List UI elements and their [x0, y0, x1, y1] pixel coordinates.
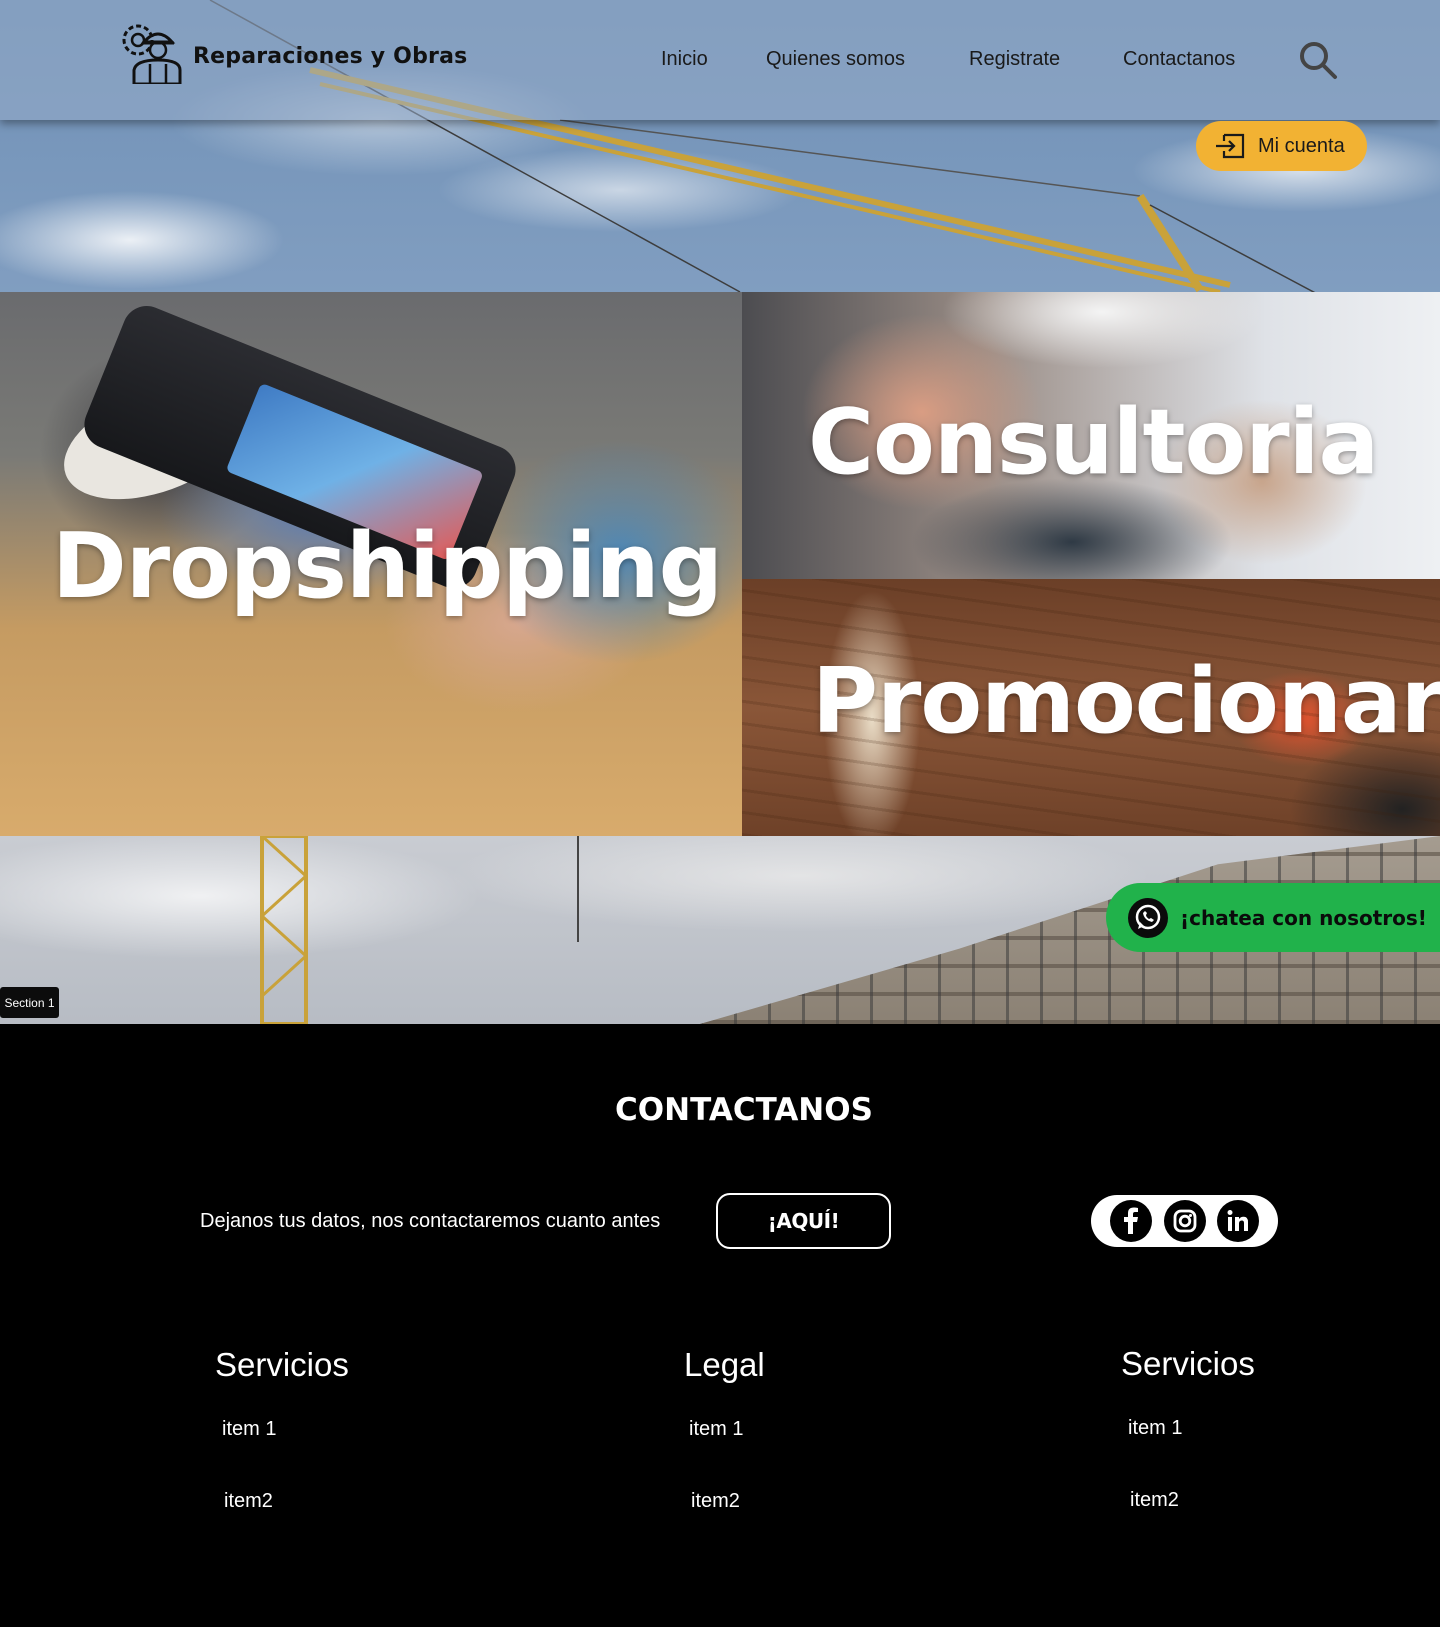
- nav-contactanos[interactable]: Contactanos: [1123, 48, 1235, 71]
- footer-col3-item1[interactable]: item 1: [1128, 1417, 1182, 1440]
- my-account-label: Mi cuenta: [1258, 134, 1345, 157]
- tile-dropshipping[interactable]: Dropshipping: [0, 292, 742, 836]
- footer-col2-item1[interactable]: item 1: [689, 1418, 743, 1441]
- site-footer: CONTACTANOS Dejanos tus datos, nos conta…: [0, 1024, 1440, 1627]
- facebook-icon[interactable]: [1110, 1200, 1153, 1242]
- site-header: Reparaciones y Obras Inicio Quienes somo…: [0, 0, 1440, 120]
- footer-col-title-legal: Legal: [684, 1346, 765, 1383]
- nav-inicio[interactable]: Inicio: [661, 48, 708, 71]
- footer-col1-item2[interactable]: item2: [224, 1490, 273, 1513]
- footer-col-title-servicios-2: Servicios: [1121, 1345, 1255, 1382]
- nav-quienes-somos[interactable]: Quienes somos: [766, 48, 905, 71]
- chat-label: ¡chatea con nosotros!: [1180, 905, 1427, 930]
- section-tag: Section 1: [0, 987, 59, 1018]
- instagram-icon[interactable]: [1163, 1200, 1206, 1242]
- contact-here-button[interactable]: ¡AQUÍ!: [716, 1193, 891, 1249]
- tile-promocionar[interactable]: Promocionar: [742, 579, 1440, 836]
- tile-promocionar-label: Promocionar: [812, 649, 1440, 754]
- tile-consultoria-label: Consultoria: [808, 390, 1379, 495]
- footer-col2-item2[interactable]: item2: [691, 1490, 740, 1513]
- whatsapp-chat-button[interactable]: ¡chatea con nosotros!: [1106, 883, 1440, 952]
- footer-col3-item2[interactable]: item2: [1130, 1489, 1179, 1512]
- tile-consultoria[interactable]: Consultoria: [742, 292, 1440, 579]
- footer-col-title-servicios: Servicios: [215, 1346, 349, 1383]
- linkedin-icon[interactable]: [1216, 1200, 1259, 1242]
- footer-col1-item1[interactable]: item 1: [222, 1418, 276, 1441]
- contact-title: CONTACTANOS: [615, 1092, 873, 1128]
- tile-dropshipping-label: Dropshipping: [52, 514, 723, 619]
- brand-name[interactable]: Reparaciones y Obras: [193, 44, 467, 69]
- contact-text: Dejanos tus datos, nos contactaremos cua…: [200, 1210, 661, 1232]
- my-account-button[interactable]: Mi cuenta: [1196, 121, 1367, 171]
- login-icon: [1216, 133, 1245, 159]
- nav-registrate[interactable]: Registrate: [969, 48, 1060, 71]
- social-links: [1091, 1195, 1278, 1247]
- whatsapp-icon: [1128, 897, 1168, 938]
- worker-logo-icon[interactable]: [120, 20, 184, 84]
- search-icon[interactable]: [1298, 40, 1338, 80]
